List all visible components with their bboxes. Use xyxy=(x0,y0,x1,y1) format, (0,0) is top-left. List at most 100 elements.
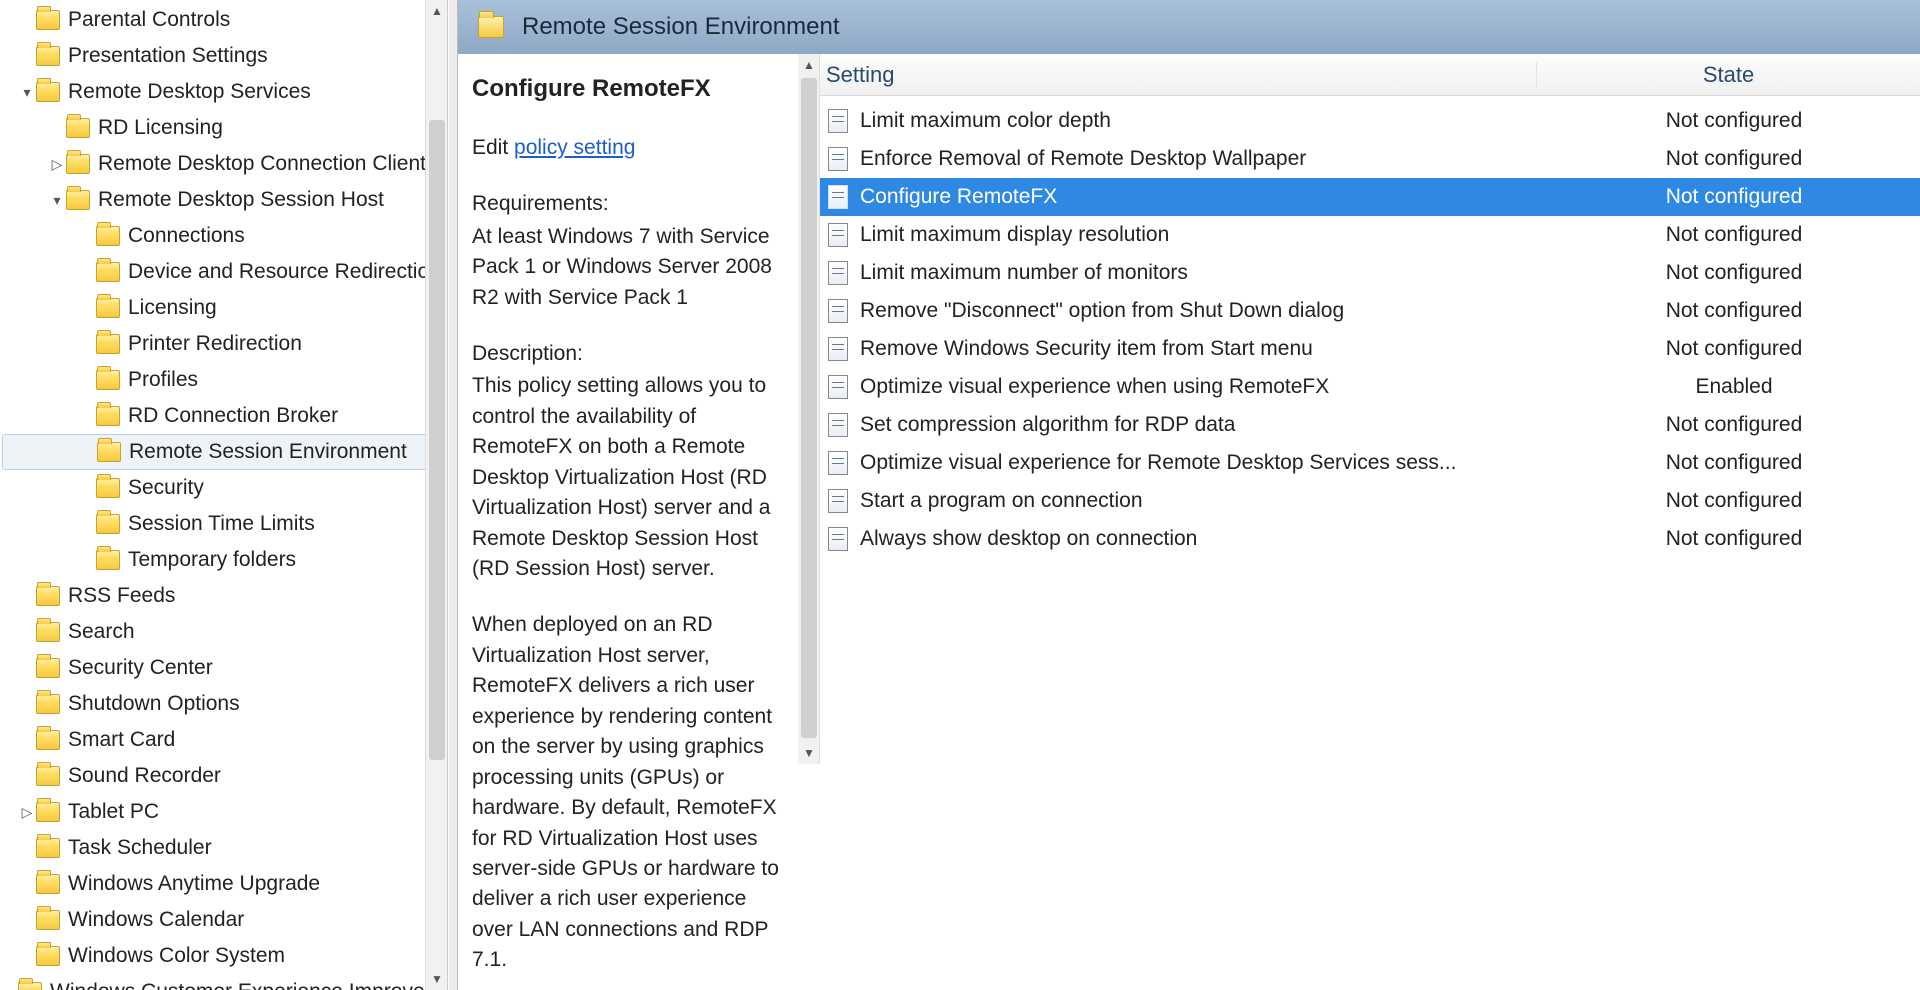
expander-open-icon[interactable]: ▾ xyxy=(48,192,66,209)
folder-icon xyxy=(36,766,60,786)
tree-item-label: Remote Desktop Session Host xyxy=(98,188,390,212)
tree-item[interactable]: Windows Calendar xyxy=(2,902,447,938)
setting-row[interactable]: Remove Windows Security item from Start … xyxy=(820,330,1920,368)
folder-icon xyxy=(36,82,60,102)
setting-row[interactable]: Configure RemoteFXNot configured xyxy=(820,178,1920,216)
folder-icon xyxy=(36,622,60,642)
tree-item[interactable]: Sound Recorder xyxy=(2,758,447,794)
tree-item[interactable]: Task Scheduler xyxy=(2,830,447,866)
tree-item[interactable]: Temporary folders xyxy=(2,542,447,578)
app-root: Parental ControlsPresentation Settings▾R… xyxy=(0,0,1920,990)
setting-state: Enabled xyxy=(1548,375,1920,399)
scroll-down-icon[interactable]: ▼ xyxy=(798,742,820,764)
list-headers[interactable]: Setting State xyxy=(798,54,1920,96)
setting-state: Not configured xyxy=(1548,223,1920,247)
tree-item[interactable]: Presentation Settings xyxy=(2,38,447,74)
setting-row[interactable]: Limit maximum display resolutionNot conf… xyxy=(820,216,1920,254)
tree-item-label: Windows Anytime Upgrade xyxy=(68,872,326,896)
tree-item[interactable]: Shutdown Options xyxy=(2,686,447,722)
tree-item[interactable]: Windows Color System xyxy=(2,938,447,974)
column-state[interactable]: State xyxy=(1536,62,1920,88)
expander-closed-icon[interactable]: ▷ xyxy=(18,804,36,821)
setting-row[interactable]: Set compression algorithm for RDP dataNo… xyxy=(820,406,1920,444)
tree-item-label: Windows Calendar xyxy=(68,908,250,932)
expander-open-icon[interactable]: ▾ xyxy=(18,84,36,101)
setting-row[interactable]: Enforce Removal of Remote Desktop Wallpa… xyxy=(820,140,1920,178)
tree-item[interactable]: Windows Anytime Upgrade xyxy=(2,866,447,902)
setting-state: Not configured xyxy=(1548,413,1920,437)
tree-item[interactable]: RD Licensing xyxy=(2,110,447,146)
tree-item[interactable]: ▾ Remote Desktop Session Host xyxy=(2,182,447,218)
tree-item-label: Presentation Settings xyxy=(68,44,274,68)
tree-item-label: Licensing xyxy=(128,296,223,320)
tree-item[interactable]: RSS Feeds xyxy=(2,578,447,614)
splitter[interactable] xyxy=(448,0,458,990)
tree-item[interactable]: Licensing xyxy=(2,290,447,326)
policy-icon xyxy=(828,451,848,475)
setting-row[interactable]: Always show desktop on connectionNot con… xyxy=(820,520,1920,558)
header-title: Remote Session Environment xyxy=(522,13,839,41)
folder-icon xyxy=(96,226,120,246)
tree-item-label: Remote Desktop Connection Client xyxy=(98,152,432,176)
setting-row[interactable]: Optimize visual experience when using Re… xyxy=(820,368,1920,406)
tree-item[interactable]: Windows Customer Experience Improvem xyxy=(2,974,447,990)
scroll-down-icon[interactable]: ▼ xyxy=(426,968,448,990)
folder-icon xyxy=(36,694,60,714)
setting-state: Not configured xyxy=(1548,451,1920,475)
tree-item[interactable]: ▾Remote Desktop Services xyxy=(2,74,447,110)
tree-item-label: Task Scheduler xyxy=(68,836,218,860)
scroll-thumb[interactable] xyxy=(429,120,445,760)
setting-row[interactable]: Remove "Disconnect" option from Shut Dow… xyxy=(820,292,1920,330)
tree-item[interactable]: Parental Controls xyxy=(2,2,447,38)
tree-item[interactable]: ▷ Remote Desktop Connection Client xyxy=(2,146,447,182)
tree-item[interactable]: Connections xyxy=(2,218,447,254)
setting-name: Limit maximum color depth xyxy=(860,109,1548,133)
folder-icon xyxy=(96,262,120,282)
tree-item[interactable]: Session Time Limits xyxy=(2,506,447,542)
tree-item-label: Device and Resource Redirection xyxy=(128,260,447,284)
setting-name: Optimize visual experience for Remote De… xyxy=(860,451,1548,475)
tree-item-label: Printer Redirection xyxy=(128,332,308,356)
tree[interactable]: Parental ControlsPresentation Settings▾R… xyxy=(0,0,447,990)
edit-policy-link[interactable]: policy setting xyxy=(514,136,635,159)
setting-row[interactable]: Start a program on connectionNot configu… xyxy=(820,482,1920,520)
setting-name: Remove Windows Security item from Start … xyxy=(860,337,1548,361)
setting-row[interactable]: Limit maximum number of monitorsNot conf… xyxy=(820,254,1920,292)
list-scrollbar[interactable]: ▲ ▼ xyxy=(798,54,820,764)
expander-closed-icon[interactable]: ▷ xyxy=(48,156,66,173)
column-setting[interactable]: Setting xyxy=(826,62,1536,88)
description-p2: When deployed on an RD Virtualization Ho… xyxy=(472,610,784,975)
tree-item[interactable]: Remote Session Environment xyxy=(2,434,447,470)
tree-scrollbar[interactable]: ▲ ▼ xyxy=(425,0,447,990)
setting-name: Limit maximum number of monitors xyxy=(860,261,1548,285)
tree-item-label: Shutdown Options xyxy=(68,692,246,716)
tree-item[interactable]: Security xyxy=(2,470,447,506)
tree-item[interactable]: Smart Card xyxy=(2,722,447,758)
scroll-up-icon[interactable]: ▲ xyxy=(426,0,448,22)
setting-name: Remove "Disconnect" option from Shut Dow… xyxy=(860,299,1548,323)
folder-icon xyxy=(36,658,60,678)
setting-state: Not configured xyxy=(1548,527,1920,551)
header-bar: Remote Session Environment xyxy=(458,0,1920,54)
setting-row[interactable]: Limit maximum color depthNot configured xyxy=(820,102,1920,140)
tree-item[interactable]: ▷Tablet PC xyxy=(2,794,447,830)
tree-item[interactable]: Printer Redirection xyxy=(2,326,447,362)
folder-icon xyxy=(18,982,42,990)
tree-item[interactable]: Profiles xyxy=(2,362,447,398)
tree-item[interactable]: RD Connection Broker xyxy=(2,398,447,434)
policy-icon xyxy=(828,223,848,247)
setting-state: Not configured xyxy=(1548,109,1920,133)
folder-icon xyxy=(96,298,120,318)
policy-icon xyxy=(828,299,848,323)
setting-name: Start a program on connection xyxy=(860,489,1548,513)
tree-item[interactable]: Search xyxy=(2,614,447,650)
settings-list[interactable]: Limit maximum color depthNot configuredE… xyxy=(820,96,1920,558)
setting-row[interactable]: Optimize visual experience for Remote De… xyxy=(820,444,1920,482)
setting-name: Set compression algorithm for RDP data xyxy=(860,413,1548,437)
scroll-up-icon[interactable]: ▲ xyxy=(798,54,820,76)
tree-item-label: Session Time Limits xyxy=(128,512,321,536)
tree-item[interactable]: Device and Resource Redirection xyxy=(2,254,447,290)
scroll-thumb[interactable] xyxy=(801,78,817,738)
tree-item[interactable]: Security Center xyxy=(2,650,447,686)
folder-icon xyxy=(36,586,60,606)
